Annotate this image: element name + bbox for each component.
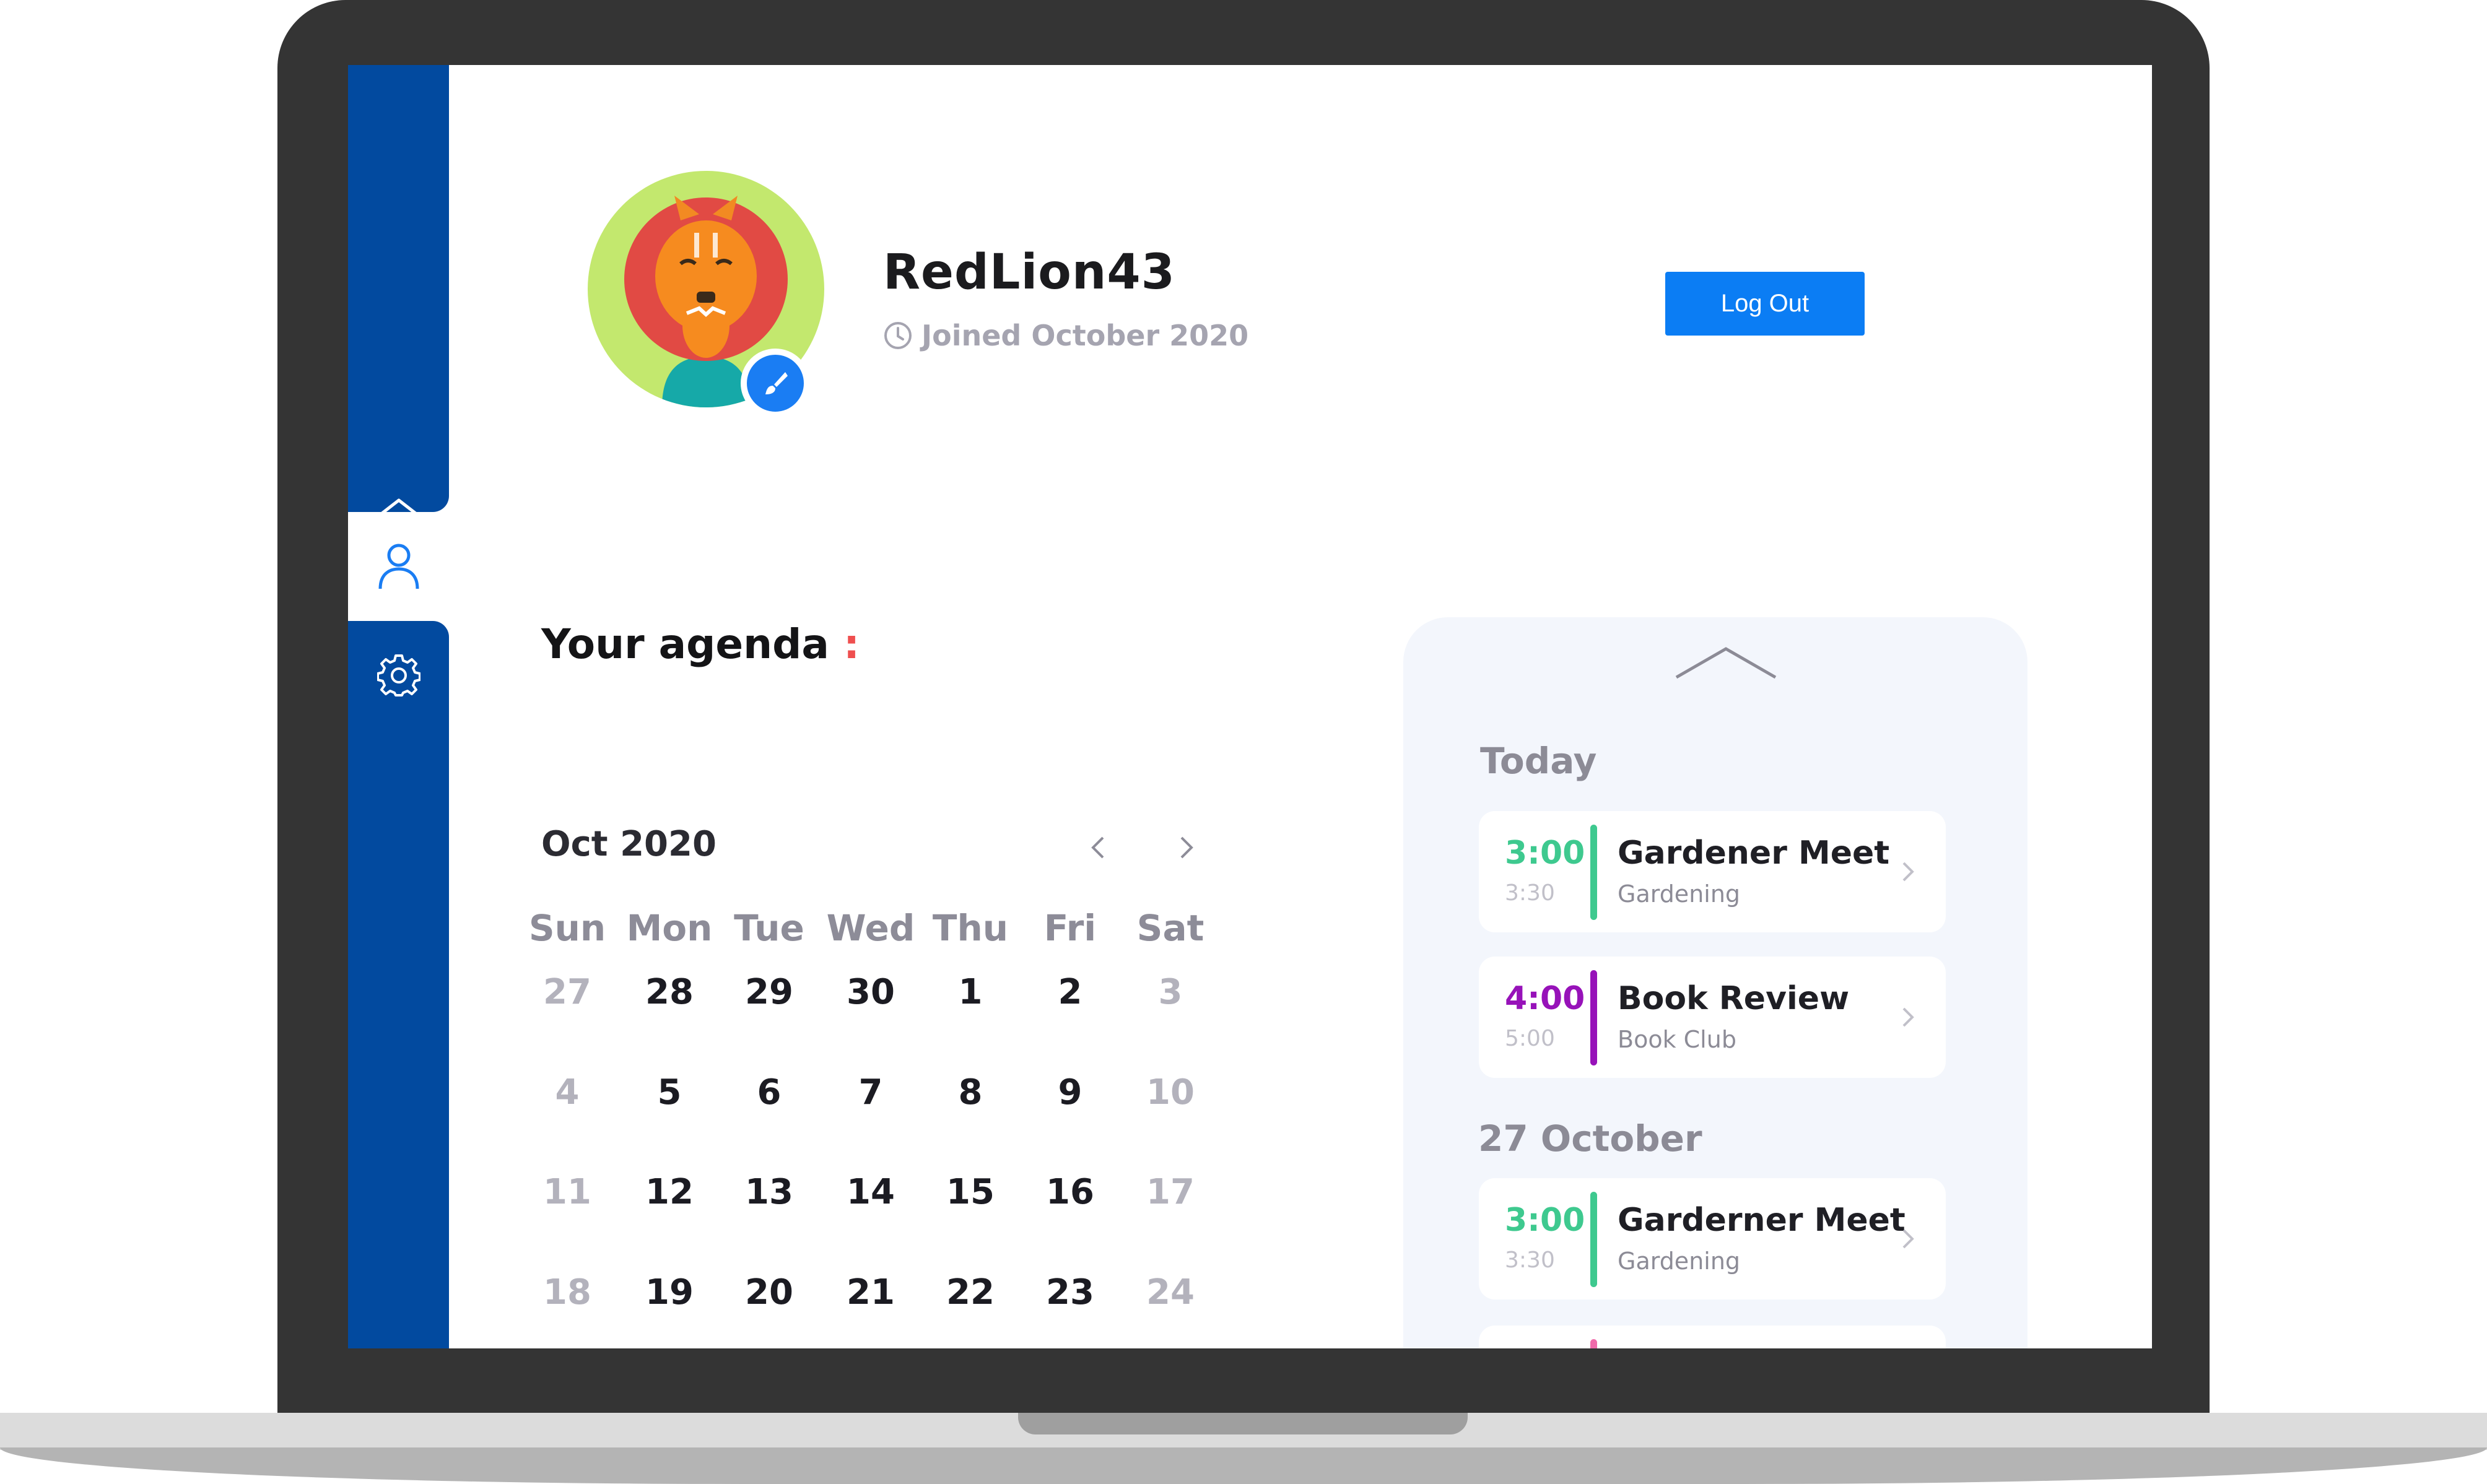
joined-date: Joined October 2020 (883, 319, 1248, 352)
calendar-day[interactable]: 16 (1024, 1172, 1117, 1212)
calendar-day[interactable]: 27 (521, 972, 614, 1012)
chevron-up-icon (1675, 647, 1777, 679)
calendar-day[interactable]: 12 (623, 1172, 716, 1212)
username: RedLion43 (883, 245, 1175, 300)
calendar-day[interactable]: 17 (1124, 1172, 1217, 1212)
sidebar-bottom-segment (348, 621, 449, 1348)
event-end-time: 3:30 (1505, 880, 1555, 906)
agenda-title-text: Your agenda (541, 620, 829, 668)
edit-avatar-button[interactable] (741, 349, 810, 418)
calendar-month-label: Oct 2020 (541, 824, 716, 864)
app-screen: RedLion43 Joined October 2020 Log Out Yo… (348, 65, 2152, 1348)
event-title: Book Review (1618, 980, 1850, 1017)
event-color-bar (1590, 825, 1597, 920)
chevron-right-icon (1902, 1229, 1914, 1249)
calendar-day[interactable]: 6 (723, 1072, 816, 1113)
calendar-day[interactable]: 24 (1124, 1272, 1217, 1313)
agenda-title-colon: : (843, 620, 860, 668)
agenda-title: Your agenda : (541, 620, 860, 668)
sidebar-top-segment (348, 65, 449, 512)
laptop-notch (1018, 1413, 1468, 1434)
calendar-day[interactable]: 9 (1024, 1072, 1117, 1113)
event-start-time: 3:00 (1505, 1202, 1585, 1239)
calendar-day[interactable]: 23 (1024, 1272, 1117, 1313)
agenda-event-card[interactable]: 4:00 5:00 Book Review Book Club (1479, 957, 1946, 1078)
calendar-day[interactable]: 30 (824, 972, 917, 1012)
clock-icon (884, 322, 912, 349)
event-title: Garderner Meet (1618, 1202, 1906, 1239)
joined-text: Joined October 2020 (921, 319, 1249, 352)
agenda-event-card[interactable]: 4:005:00S2, E4: The FireThe Office (1479, 1326, 1946, 1348)
calendar-day[interactable]: 2 (1024, 972, 1117, 1012)
event-subtitle: Gardening (1618, 880, 1741, 908)
calendar-day[interactable]: 20 (723, 1272, 816, 1313)
event-end-time: 3:30 (1505, 1248, 1555, 1273)
event-subtitle: Gardening (1618, 1248, 1741, 1275)
agenda-section-label: 27 October (1478, 1117, 1702, 1160)
calendar-weekday-header: Wed (826, 907, 915, 949)
event-end-time: 5:00 (1505, 1026, 1555, 1051)
event-start-time: 4:00 (1505, 980, 1585, 1017)
calendar-weekday-header: Sat (1136, 907, 1204, 949)
calendar-next-button[interactable] (1168, 829, 1205, 866)
calendar-weekday-header: Tue (734, 907, 804, 949)
chevron-right-icon (1902, 1007, 1914, 1027)
calendar-day[interactable]: 7 (824, 1072, 917, 1113)
calendar-day[interactable]: 4 (521, 1072, 614, 1113)
calendar-day[interactable]: 8 (924, 1072, 1017, 1113)
event-color-bar (1590, 1339, 1597, 1348)
calendar-weekday-header: Thu (932, 907, 1009, 949)
logout-button[interactable]: Log Out (1665, 272, 1865, 336)
calendar-day[interactable]: 22 (924, 1272, 1017, 1313)
agenda-scroll-up-button[interactable] (1414, 644, 2038, 687)
calendar-day[interactable]: 18 (521, 1272, 614, 1313)
event-start-time: 3:00 (1505, 835, 1585, 872)
chevron-right-icon (1180, 836, 1193, 859)
event-color-bar (1590, 1192, 1597, 1287)
agenda-event-card[interactable]: 3:00 3:30 Gardener Meet Gardening (1479, 811, 1946, 932)
calendar-day[interactable]: 14 (824, 1172, 917, 1212)
calendar-day[interactable]: 21 (824, 1272, 917, 1313)
calendar-day[interactable]: 19 (623, 1272, 716, 1313)
calendar-day[interactable]: 11 (521, 1172, 614, 1212)
calendar-prev-button[interactable] (1079, 829, 1117, 866)
calendar-day[interactable]: 10 (1124, 1072, 1217, 1113)
brush-icon (765, 372, 788, 394)
calendar-day[interactable]: 28 (623, 972, 716, 1012)
calendar-day[interactable]: 3 (1124, 972, 1217, 1012)
sidebar-item-profile[interactable] (348, 512, 449, 621)
event-title: Gardener Meet (1618, 835, 1890, 872)
sidebar-item-settings[interactable] (348, 622, 449, 729)
agenda-section-label: Today (1480, 740, 1597, 782)
chevron-left-icon (1091, 836, 1104, 859)
event-color-bar (1590, 970, 1597, 1065)
calendar-day[interactable]: 13 (723, 1172, 816, 1212)
agenda-event-card[interactable]: 3:00 3:30 Garderner Meet Gardening (1479, 1178, 1946, 1300)
calendar-day[interactable]: 5 (623, 1072, 716, 1113)
calendar-day[interactable]: 29 (723, 972, 816, 1012)
calendar-day[interactable]: 1 (924, 972, 1017, 1012)
chevron-right-icon (1902, 862, 1914, 882)
user-icon (378, 544, 419, 589)
calendar-day[interactable]: 15 (924, 1172, 1017, 1212)
gear-icon (377, 654, 420, 696)
event-subtitle: Book Club (1618, 1026, 1736, 1053)
calendar-weekday-header: Sun (528, 907, 606, 949)
calendar-weekday-header: Fri (1043, 907, 1097, 949)
laptop-base-bottom (0, 1447, 2487, 1484)
calendar-weekday-header: Mon (626, 907, 713, 949)
